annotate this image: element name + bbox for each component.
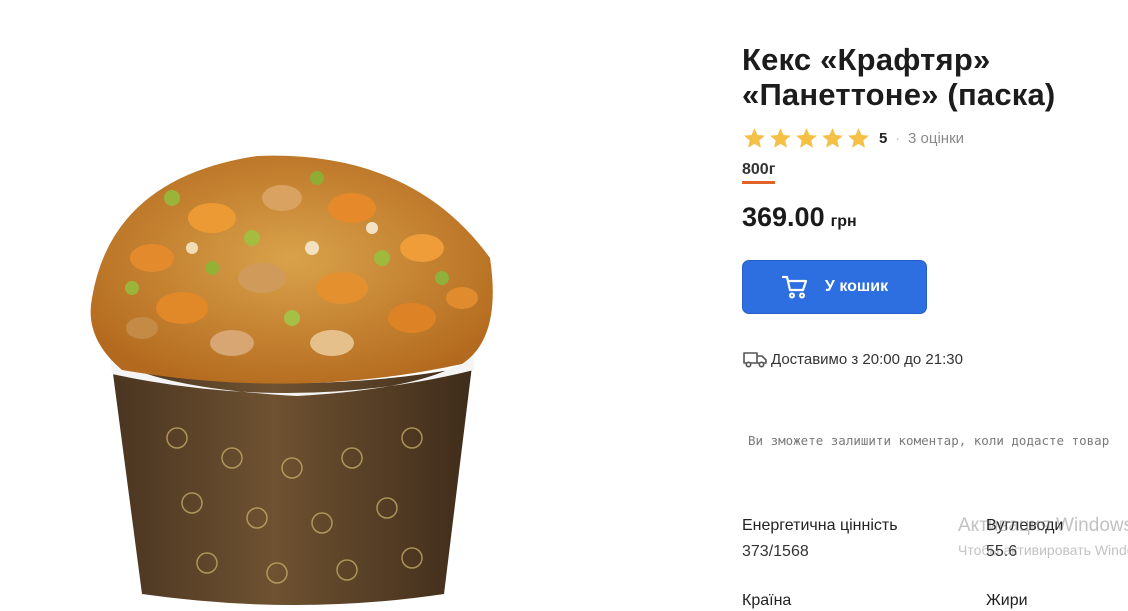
spec-label: Вуглеводи <box>986 517 1064 534</box>
price: 369.00 грн <box>742 202 857 233</box>
delivery-text: Доставимо з 20:00 до 21:30 <box>771 350 963 368</box>
rating-count[interactable]: 3 оцінки <box>908 130 964 147</box>
spec-energy: Енергетична цінність 373/1568 <box>742 516 898 562</box>
price-value: 369.00 <box>742 202 825 232</box>
star-icon <box>796 127 817 148</box>
spec-value: 373/1568 <box>742 543 809 560</box>
star-rating <box>742 126 871 151</box>
product-title: Кекс «Крафтяр» «Панеттоне» (паска) <box>742 42 1056 112</box>
spec-label: Жири <box>986 592 1028 609</box>
star-icon <box>822 127 843 148</box>
spec-fat: Жири <box>986 591 1028 611</box>
truck-icon <box>743 352 767 368</box>
product-image <box>90 155 493 605</box>
weight-option[interactable]: 800г <box>742 161 776 184</box>
star-icon <box>744 127 765 148</box>
delivery-info: Доставимо з 20:00 до 21:30 <box>742 349 963 369</box>
comment-note: Ви зможете залишити коментар, коли додас… <box>748 433 1110 448</box>
spec-label: Країна <box>742 592 792 609</box>
rating-separator: · <box>895 130 901 146</box>
price-currency: грн <box>830 213 857 230</box>
spec-carbs: Вуглеводи 55.6 <box>986 516 1063 562</box>
spec-label: Енергетична цінність <box>742 517 898 534</box>
add-to-cart-button[interactable]: У кошик <box>742 260 927 314</box>
spec-value: 55.6 <box>986 543 1018 560</box>
rating-row[interactable]: 5 · 3 оцінки <box>742 124 964 152</box>
rating-value: 5 <box>879 129 888 147</box>
star-icon <box>848 127 869 148</box>
spec-country: Країна <box>742 591 791 611</box>
cart-icon <box>781 275 808 299</box>
star-icon <box>770 127 791 148</box>
add-to-cart-label: У кошик <box>824 278 889 295</box>
